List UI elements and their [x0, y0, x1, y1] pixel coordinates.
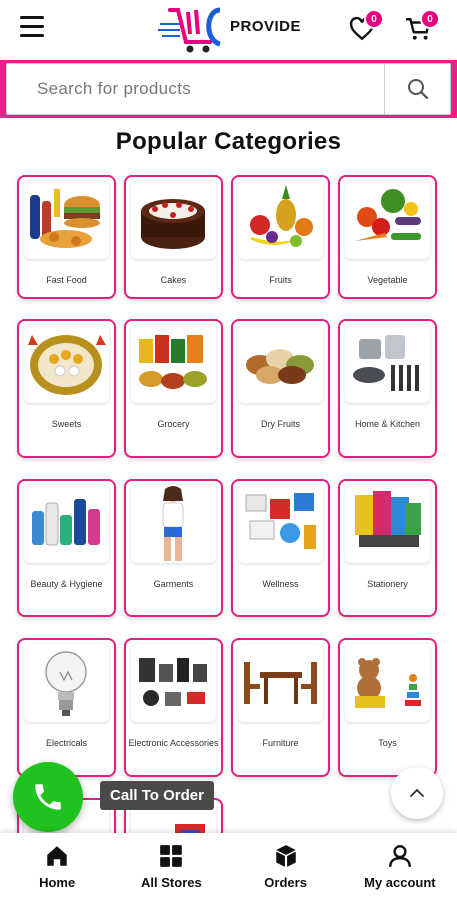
grocery-image: [131, 325, 216, 403]
electricals-image: [24, 644, 109, 722]
cake-image: [131, 181, 216, 259]
nav-home[interactable]: Home: [0, 833, 114, 900]
category-card-electricals[interactable]: Electricals: [17, 638, 116, 777]
call-to-order-tooltip[interactable]: Call To Order: [100, 781, 214, 810]
bottom-navigation: Home All Stores Orders My account: [0, 833, 457, 900]
category-label: Sweets: [51, 419, 82, 429]
phone-icon: [35, 784, 61, 810]
category-card-sweets[interactable]: Sweets: [17, 319, 116, 458]
electronic-accessories-image: [131, 644, 216, 722]
category-card-wellness[interactable]: Wellness: [231, 479, 330, 617]
vegetable-image: [345, 181, 430, 259]
call-to-order-button[interactable]: [13, 762, 83, 832]
category-label: Electricals: [45, 738, 87, 748]
category-label: Fast Food: [46, 275, 87, 285]
category-label: Wellness: [262, 579, 299, 589]
fruits-image: [238, 181, 323, 259]
garments-image: [131, 485, 216, 563]
nav-my-account-label: My account: [364, 875, 436, 890]
categories-grid: Popular Categories Fast Food Cakes Fruit…: [0, 0, 457, 833]
category-label: Cakes: [160, 275, 187, 285]
category-card-garments[interactable]: Garments: [124, 479, 223, 617]
category-label: Dry Fruits: [261, 419, 300, 429]
nav-my-account[interactable]: My account: [343, 833, 457, 900]
home-kitchen-image: [345, 325, 430, 403]
category-card-beauty-hygiene[interactable]: Beauty & Hygiene: [17, 479, 116, 617]
category-card-cakes[interactable]: Cakes: [124, 175, 223, 299]
category-card-electronic-accessories[interactable]: Electronic Accessories: [124, 638, 223, 777]
category-label: Garments: [153, 579, 194, 589]
category-label: Vegetable: [367, 275, 408, 285]
section-title: Popular Categories: [115, 128, 342, 155]
category-card-home-kitchen[interactable]: Home & Kitchen: [338, 319, 437, 458]
user-icon: [388, 845, 411, 867]
nav-all-stores[interactable]: All Stores: [114, 833, 228, 900]
scroll-to-top-button[interactable]: [391, 767, 443, 819]
fast-food-image: [24, 181, 109, 259]
category-card-grocery[interactable]: Grocery: [124, 319, 223, 458]
category-card-vegetable[interactable]: Vegetable: [338, 175, 437, 299]
category-label: Home & Kitchen: [354, 419, 421, 429]
category-card-fruits[interactable]: Fruits: [231, 175, 330, 299]
toys-image: [345, 644, 430, 722]
category-card-toys[interactable]: Toys: [338, 638, 437, 777]
nav-orders-label: Orders: [264, 875, 307, 890]
chevron-up-icon: [410, 788, 424, 797]
category-label: Fruits: [269, 275, 292, 285]
category-card-stationery[interactable]: Stationery: [338, 479, 437, 617]
sweets-image: [24, 325, 109, 403]
category-card-fast-food[interactable]: Fast Food: [17, 175, 116, 299]
category-label: Furniture: [262, 738, 299, 748]
category-card-dry-fruits[interactable]: Dry Fruits: [231, 319, 330, 458]
dry-fruits-image: [238, 325, 323, 403]
category-label: Toys: [378, 738, 397, 748]
nav-home-label: Home: [39, 875, 76, 890]
box-icon: [275, 845, 296, 867]
home-icon: [47, 846, 67, 866]
beauty-hygiene-image: [24, 485, 109, 563]
category-label: Stationery: [367, 579, 408, 589]
category-label: Grocery: [157, 419, 190, 429]
furniture-image: [238, 644, 323, 722]
category-label: Beauty & Hygiene: [30, 579, 103, 589]
nav-orders[interactable]: Orders: [229, 833, 343, 900]
category-card-furniture[interactable]: Furniture: [231, 638, 330, 777]
wellness-image: [238, 485, 323, 563]
nav-all-stores-label: All Stores: [141, 875, 202, 890]
grid-icon: [160, 845, 183, 867]
stationery-image: [345, 485, 430, 563]
category-label: Electronic Accessories: [128, 738, 219, 748]
